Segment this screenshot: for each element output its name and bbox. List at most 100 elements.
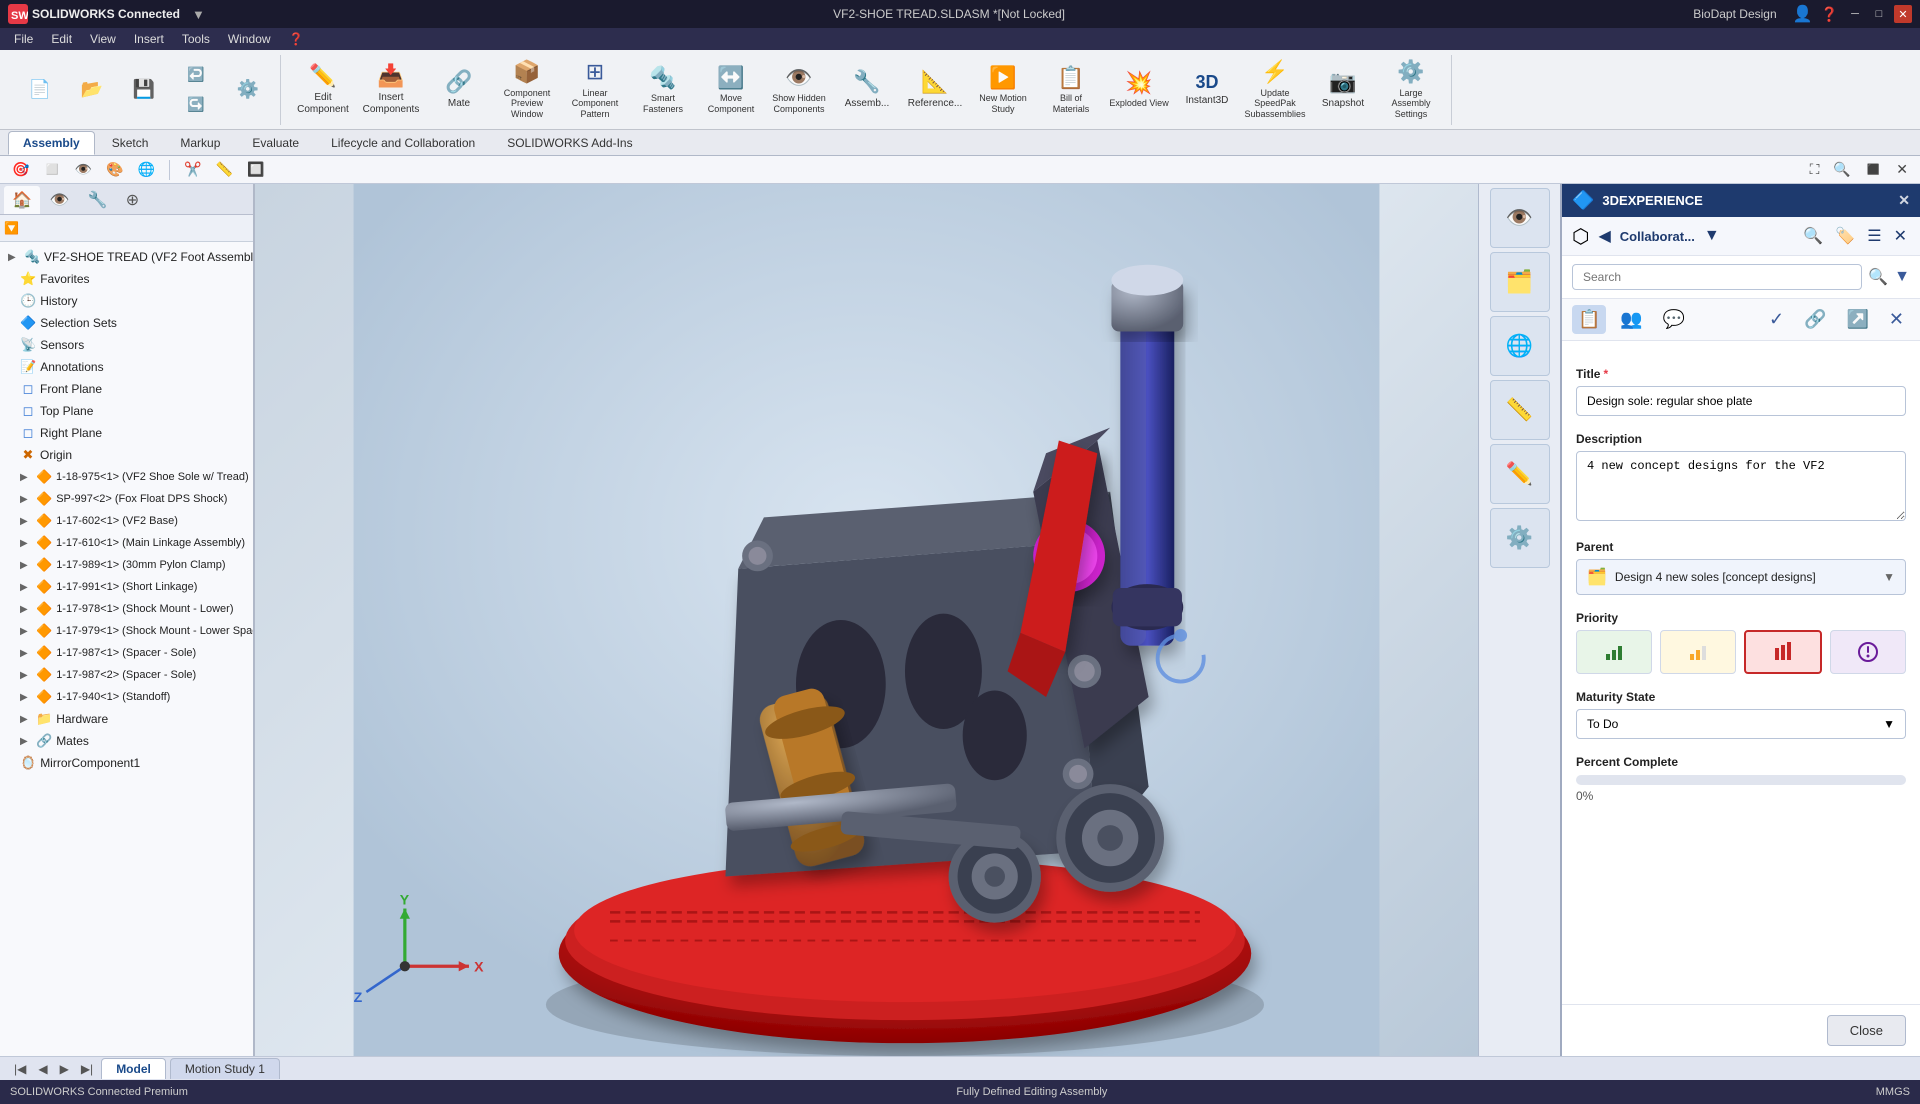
view-hide-show-btn[interactable]: 👁️ <box>71 159 96 180</box>
move-component-btn[interactable]: ↔️ Move Component <box>699 58 763 122</box>
view-ref-geometry-btn[interactable]: 📏 <box>212 159 237 180</box>
large-assembly-btn[interactable]: ⚙️ Large Assembly Settings <box>1379 58 1443 122</box>
ft-tab-display[interactable]: 👁️ <box>42 186 78 214</box>
menu-window[interactable]: Window <box>220 30 279 48</box>
fullscreen-btn[interactable]: ⛶ <box>1806 159 1824 180</box>
new-btn[interactable]: 📄 <box>16 58 64 122</box>
tree-item-component-3[interactable]: ▶ 🔶 1-17-602<1> (VF2 Base) <box>0 510 253 532</box>
exp-search-icon[interactable]: 🔍 <box>1800 223 1826 249</box>
priority-critical-btn[interactable] <box>1830 630 1906 674</box>
menu-view[interactable]: View <box>82 30 124 48</box>
rp-display-btn[interactable]: 🗂️ <box>1490 252 1550 312</box>
exp-filter-toggle[interactable]: ▼ <box>1894 268 1910 286</box>
tree-item-selection-sets[interactable]: 🔷 Selection Sets <box>0 312 253 334</box>
linear-pattern-btn[interactable]: ⊞ Linear Component Pattern <box>563 58 627 122</box>
undo-btn[interactable]: ↩️ <box>172 61 220 89</box>
tree-item-top-plane[interactable]: ◻ Top Plane <box>0 400 253 422</box>
tab-nav-next[interactable]: ▶ <box>56 1060 73 1078</box>
tab-evaluate[interactable]: Evaluate <box>237 131 314 155</box>
viewport[interactable]: softsarabic.com <box>255 184 1478 1056</box>
title-input[interactable] <box>1576 386 1906 416</box>
tree-item-hardware[interactable]: ▶ 📁 Hardware <box>0 708 253 730</box>
menu-expand-btn[interactable]: ▼ <box>192 7 205 22</box>
view-orient-btn[interactable]: 🎯 <box>8 159 33 180</box>
rp-markup-btn[interactable]: ✏️ <box>1490 444 1550 504</box>
ft-tab-home[interactable]: 🏠 <box>4 186 40 214</box>
tab-model[interactable]: Model <box>101 1058 166 1079</box>
update-speedpak-btn[interactable]: ⚡ Update SpeedPak Subassemblies <box>1243 58 1307 122</box>
exp-collab-nav[interactable]: ◀ <box>1595 223 1613 249</box>
menu-tools[interactable]: Tools <box>174 30 218 48</box>
user-avatar[interactable]: 👤 <box>1793 4 1813 24</box>
rp-scene-btn[interactable]: 🌐 <box>1490 316 1550 376</box>
parent-selector[interactable]: 🗂️ Design 4 new soles [concept designs] … <box>1576 559 1906 595</box>
tree-root[interactable]: ▶ 🔩 VF2-SHOE TREAD (VF2 Foot Assembly) <box>0 246 253 268</box>
exp-close-btn[interactable]: ✕ <box>1898 192 1910 209</box>
tree-item-mirror[interactable]: 🪞 MirrorComponent1 <box>0 752 253 774</box>
tab-sketch[interactable]: Sketch <box>97 131 164 155</box>
rp-measure-btn[interactable]: 📏 <box>1490 380 1550 440</box>
exp-tool-list[interactable]: 📋 <box>1572 305 1606 334</box>
tree-item-component-4[interactable]: ▶ 🔶 1-17-610<1> (Main Linkage Assembly) <box>0 532 253 554</box>
menu-edit[interactable]: Edit <box>43 30 80 48</box>
tree-item-component-9[interactable]: ▶ 🔶 1-17-987<1> (Spacer - Sole) <box>0 642 253 664</box>
priority-medium-btn[interactable] <box>1660 630 1736 674</box>
bill-of-materials-btn[interactable]: 📋 Bill of Materials <box>1039 58 1103 122</box>
close-btn[interactable]: ✕ <box>1894 5 1912 23</box>
tree-item-history[interactable]: 🕒 History <box>0 290 253 312</box>
exp-tool-check[interactable]: ✓ <box>1763 305 1790 334</box>
tab-addins[interactable]: SOLIDWORKS Add-Ins <box>492 131 647 155</box>
tree-item-component-7[interactable]: ▶ 🔶 1-17-978<1> (Shock Mount - Lower) <box>0 598 253 620</box>
instant3d-btn[interactable]: 3D Instant3D <box>1175 58 1239 122</box>
tree-item-component-10[interactable]: ▶ 🔶 1-17-987<2> (Spacer - Sole) <box>0 664 253 686</box>
open-btn[interactable]: 📂 <box>68 58 116 122</box>
tree-item-component-6[interactable]: ▶ 🔶 1-17-991<1> (Short Linkage) <box>0 576 253 598</box>
exp-close-button[interactable]: Close <box>1827 1015 1906 1046</box>
view-section-btn[interactable]: ✂️ <box>180 159 205 180</box>
exp-search-input[interactable] <box>1572 264 1862 290</box>
tree-item-sensors[interactable]: 📡 Sensors <box>0 334 253 356</box>
priority-high-btn[interactable] <box>1744 630 1822 674</box>
ft-tab-favorites[interactable]: ⊕ <box>118 186 147 214</box>
exp-menu-icon[interactable]: ☰ <box>1864 223 1884 249</box>
tree-item-component-1[interactable]: ▶ 🔶 1-18-975<1> (VF2 Shoe Sole w/ Tread) <box>0 466 253 488</box>
rp-settings-btn[interactable]: ⚙️ <box>1490 508 1550 568</box>
component-preview-btn[interactable]: 📦 Component Preview Window <box>495 58 559 122</box>
tree-item-component-8[interactable]: ▶ 🔶 1-17-979<1> (Shock Mount - Lower Spa… <box>0 620 253 642</box>
assembly-btn[interactable]: 🔧 Assemb... <box>835 58 899 122</box>
tab-nav-prev[interactable]: ◀ <box>34 1060 51 1078</box>
close-view-btn[interactable]: ✕ <box>1892 159 1912 180</box>
exp-tag-icon[interactable]: 🏷️ <box>1832 223 1858 249</box>
view-modes-btn[interactable]: 🔲 <box>243 159 268 180</box>
exp-tool-link[interactable]: 🔗 <box>1798 305 1832 334</box>
menu-insert[interactable]: Insert <box>126 30 172 48</box>
rp-view-btn[interactable]: 👁️ <box>1490 188 1550 248</box>
exp-collab-expand[interactable]: ▼ <box>1701 224 1723 248</box>
menu-file[interactable]: File <box>6 30 41 48</box>
tree-item-origin[interactable]: ✖ Origin <box>0 444 253 466</box>
tree-item-right-plane[interactable]: ◻ Right Plane <box>0 422 253 444</box>
panel-toggle-btn[interactable]: ◼️ <box>1861 159 1886 180</box>
tab-assembly[interactable]: Assembly <box>8 131 95 155</box>
redo-btn[interactable]: ↪️ <box>172 91 220 119</box>
new-motion-study-btn[interactable]: ▶️ New Motion Study <box>971 58 1035 122</box>
tree-item-mates[interactable]: ▶ 🔗 Mates <box>0 730 253 752</box>
tab-nav-last[interactable]: ▶| <box>77 1060 97 1078</box>
view-display-btn[interactable]: ◻️ <box>39 159 64 180</box>
exp-panel-close-x[interactable]: ✕ <box>1891 223 1910 249</box>
tree-item-front-plane[interactable]: ◻ Front Plane <box>0 378 253 400</box>
edit-component-btn[interactable]: ✏️ Edit Component <box>291 58 355 122</box>
smart-fasteners-btn[interactable]: 🔩 Smart Fasteners <box>631 58 695 122</box>
insert-components-btn[interactable]: 📥 Insert Components <box>359 58 423 122</box>
exp-tool-more[interactable]: ✕ <box>1883 305 1910 334</box>
tree-item-component-5[interactable]: ▶ 🔶 1-17-989<1> (30mm Pylon Clamp) <box>0 554 253 576</box>
menu-help[interactable]: ❓ <box>281 30 312 48</box>
help-btn[interactable]: ❓ <box>1821 6 1838 23</box>
snapshot-btn[interactable]: 📷 Snapshot <box>1311 58 1375 122</box>
show-hidden-btn[interactable]: 👁️ Show Hidden Components <box>767 58 831 122</box>
options-btn[interactable]: ⚙️ <box>224 58 272 122</box>
view-scenes-btn[interactable]: 🌐 <box>134 159 159 180</box>
exp-search-submit[interactable]: 🔍 <box>1868 267 1888 287</box>
ft-tab-properties[interactable]: 🔧 <box>80 186 116 214</box>
tab-nav-first[interactable]: |◀ <box>10 1060 30 1078</box>
